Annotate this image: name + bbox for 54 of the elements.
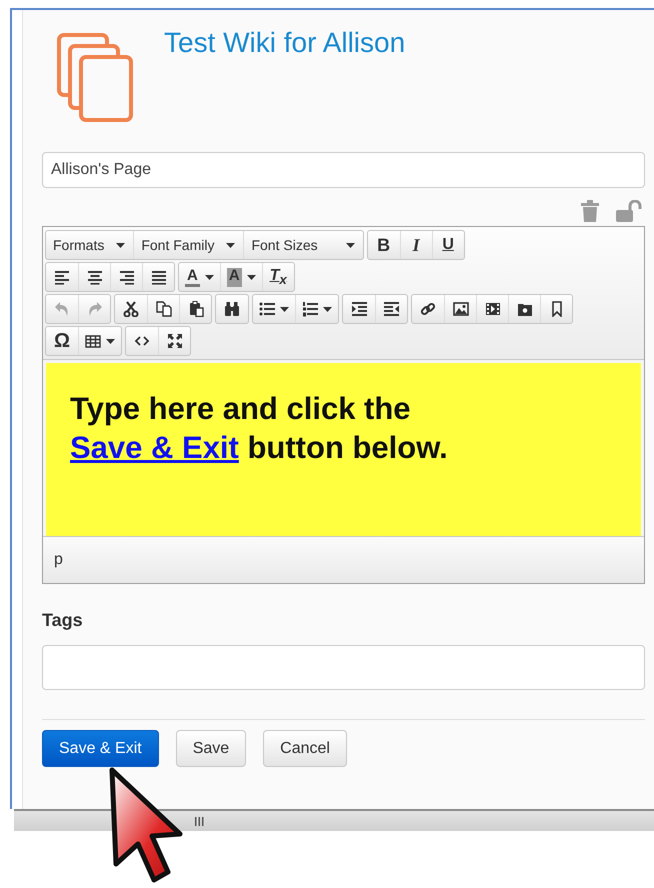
page-title-input[interactable]: Allison's Page bbox=[42, 152, 645, 188]
preview-icon bbox=[516, 301, 532, 317]
undo-icon bbox=[54, 301, 70, 317]
align-center-icon bbox=[86, 269, 102, 285]
image-icon bbox=[452, 301, 468, 317]
copy-icon bbox=[156, 301, 172, 317]
tags-label: Tags bbox=[42, 610, 84, 631]
dropdown-button[interactable]: Font Family bbox=[133, 231, 244, 259]
format-button[interactable]: I bbox=[400, 231, 432, 259]
redo-icon bbox=[86, 301, 102, 317]
editor-area[interactable]: Type here and click the Save & Exit button below. bbox=[46, 363, 641, 536]
action-button[interactable]: Save bbox=[176, 730, 246, 767]
clipboard-icon bbox=[188, 301, 204, 317]
wiki-title: Test Wiki for Allison bbox=[164, 27, 406, 60]
resize-bar[interactable] bbox=[14, 809, 654, 831]
link-icon bbox=[420, 301, 436, 317]
fullscreen-icon bbox=[166, 333, 182, 349]
trash-icon[interactable] bbox=[581, 200, 599, 222]
outdent-icon bbox=[384, 301, 400, 317]
action-button[interactable]: Cancel bbox=[263, 730, 347, 767]
format-button[interactable]: B bbox=[368, 231, 400, 259]
save-exit-link[interactable]: Save & Exit bbox=[70, 430, 239, 465]
caret-icon bbox=[323, 306, 332, 312]
format-button[interactable]: Ω bbox=[46, 327, 78, 355]
justify-icon bbox=[150, 269, 166, 285]
editor-text: Type here and click the Save & Exit button below. bbox=[70, 390, 449, 467]
binoculars-icon bbox=[224, 301, 240, 317]
align-right-icon bbox=[118, 269, 134, 285]
dropdown-button[interactable]: Font Sizes bbox=[243, 231, 363, 259]
caret-icon bbox=[346, 242, 355, 248]
format-button[interactable]: U bbox=[432, 231, 464, 259]
caret-icon bbox=[280, 306, 289, 312]
format-button[interactable]: T$_{x}$ bbox=[262, 263, 294, 291]
unlock-icon[interactable] bbox=[616, 200, 642, 222]
tags-input[interactable] bbox=[42, 645, 645, 690]
element-path[interactable]: p bbox=[54, 551, 63, 569]
indent-icon bbox=[351, 301, 367, 317]
scissors-icon bbox=[123, 301, 139, 317]
text-color-button[interactable]: A bbox=[179, 263, 220, 291]
align-left-icon bbox=[54, 269, 70, 285]
table-icon bbox=[85, 333, 101, 349]
dropdown-button[interactable]: Formats bbox=[46, 231, 134, 259]
grip-icon[interactable] bbox=[194, 816, 204, 826]
bullet-list-icon bbox=[259, 301, 275, 317]
highlight-color-button[interactable]: A bbox=[220, 263, 262, 291]
caret-icon bbox=[226, 242, 236, 248]
caret-icon bbox=[204, 274, 214, 280]
film-icon bbox=[484, 301, 500, 317]
caret-icon bbox=[246, 274, 256, 280]
pages-icon bbox=[56, 32, 134, 124]
caret-icon bbox=[106, 338, 115, 344]
numbered-list-icon bbox=[302, 301, 318, 317]
primary-button[interactable]: Save & Exit bbox=[42, 730, 159, 767]
caret-icon bbox=[116, 242, 126, 248]
